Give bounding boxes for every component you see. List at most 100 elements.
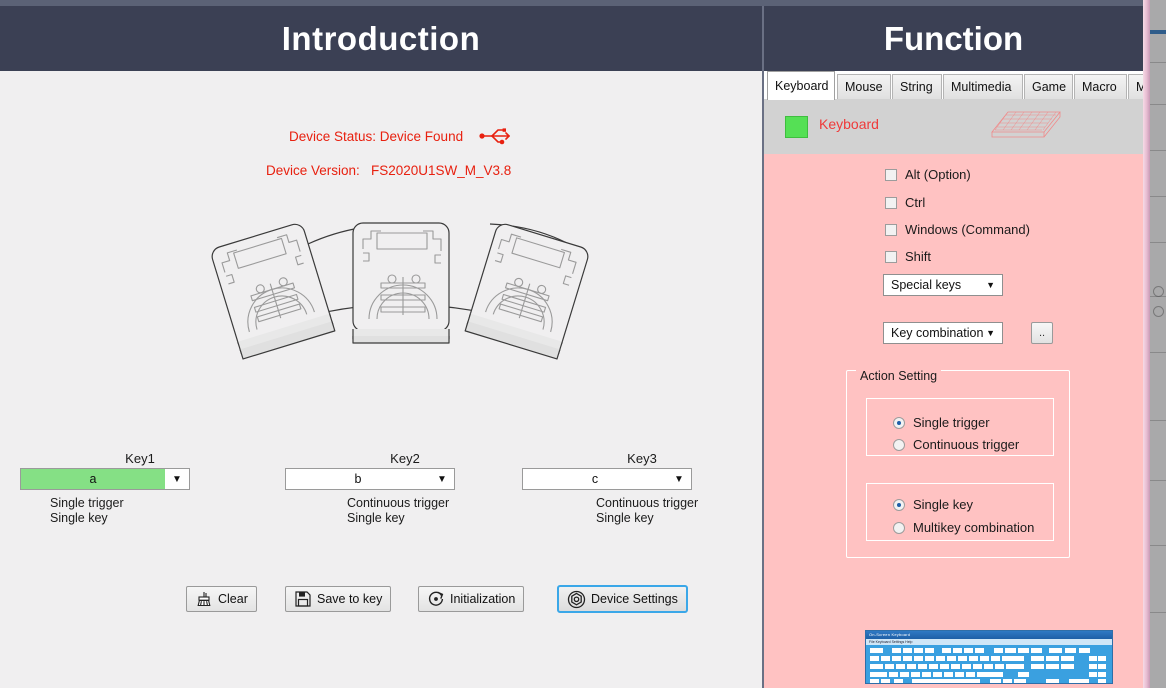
keyboard-section-header: Keyboard — [764, 99, 1143, 154]
background-circle — [1153, 306, 1164, 317]
save-to-key-button-label: Save to key — [317, 592, 383, 606]
introduction-header: Introduction — [0, 6, 762, 71]
key-selector-group-3: Key3 c ▼ Continuous trigger Single key — [522, 450, 762, 526]
status-swatch — [785, 116, 808, 138]
key2-combobox[interactable]: b ▼ — [285, 468, 455, 490]
device-status-text: Device Status: Device Found — [289, 129, 464, 144]
page-title-function: Function — [883, 19, 1024, 57]
tab-keyboard[interactable]: Keyboard — [767, 71, 835, 100]
floppy-disk-icon — [295, 591, 311, 607]
shift-label: Shift — [905, 249, 932, 264]
save-to-key-button[interactable]: Save to key — [285, 586, 392, 612]
background-line — [1150, 352, 1166, 353]
background-line — [1150, 62, 1166, 63]
background-accent-bar — [1150, 30, 1166, 34]
background-line — [1150, 545, 1166, 546]
background-line — [1150, 150, 1166, 151]
keyboard-section-label: Keyboard — [819, 116, 879, 132]
key3-label: Key3 — [627, 451, 657, 466]
key1-mode: Single key — [50, 511, 108, 525]
single-key-radio-row[interactable]: Single key — [893, 497, 973, 512]
chevron-down-icon[interactable]: ▼ — [986, 328, 995, 338]
usb-icon — [479, 128, 510, 145]
key-selector-group-2: Key2 b ▼ Continuous trigger Single key — [285, 450, 525, 526]
background-line — [1150, 242, 1166, 243]
single-key-radio[interactable] — [893, 498, 905, 511]
osk-key-area — [866, 645, 1112, 683]
background-line — [1150, 104, 1166, 105]
introduction-panel: Introduction Device Status: Device Found… — [0, 6, 762, 688]
modifier-alt-row[interactable]: Alt (Option) — [885, 167, 971, 182]
app-window: Introduction Device Status: Device Found… — [0, 0, 1143, 688]
special-keys-value: Special keys — [891, 278, 962, 292]
device-settings-button[interactable]: Device Settings — [557, 585, 688, 613]
multikey-combination-radio-row[interactable]: Multikey combination — [893, 520, 1034, 535]
background-app-strip — [1150, 0, 1166, 688]
ctrl-label: Ctrl — [905, 195, 926, 210]
device-settings-button-label: Device Settings — [591, 592, 678, 606]
special-keys-dropdown[interactable]: Special keys ▼ — [883, 274, 1003, 296]
tab-mouse[interactable]: Mouse — [837, 74, 891, 99]
chevron-down-icon[interactable]: ▼ — [986, 280, 995, 290]
key2-value: b — [354, 472, 362, 486]
hex-nut-gear-icon — [567, 590, 586, 608]
function-tabstrip: Keyboard Mouse String Multimedia Game Ma… — [764, 71, 1143, 100]
single-trigger-radio-row[interactable]: Single trigger — [893, 415, 990, 430]
on-screen-keyboard-thumbnail[interactable]: On-Screen Keyboard File Keyboard Setting… — [865, 630, 1113, 684]
background-line — [1150, 612, 1166, 613]
key2-label: Key2 — [390, 451, 420, 466]
browse-button[interactable]: .. — [1031, 322, 1053, 344]
keyboard-outline-icon — [991, 111, 1061, 138]
page-title-introduction: Introduction — [281, 19, 481, 57]
clear-button[interactable]: Clear — [186, 586, 257, 612]
multikey-combination-radio[interactable] — [893, 521, 905, 534]
osk-titlebar: On-Screen Keyboard — [866, 631, 1112, 639]
multikey-combination-label: Multikey combination — [913, 520, 1035, 535]
single-trigger-radio[interactable] — [893, 416, 905, 429]
chevron-down-icon[interactable]: ▼ — [165, 469, 189, 489]
tab-string[interactable]: String — [892, 74, 942, 99]
modifier-shift-row[interactable]: Shift — [885, 249, 931, 264]
tab-game[interactable]: Game — [1024, 74, 1073, 99]
background-line — [1150, 420, 1166, 421]
continuous-trigger-radio-row[interactable]: Continuous trigger — [893, 437, 1019, 452]
foot-pedal-illustration — [211, 222, 589, 360]
chevron-down-icon[interactable]: ▼ — [430, 469, 454, 489]
modifier-ctrl-row[interactable]: Ctrl — [885, 195, 925, 210]
tab-macro[interactable]: Macro — [1074, 74, 1127, 99]
key1-combobox[interactable]: a ▼ — [20, 468, 190, 490]
key2-trigger: Continuous trigger — [347, 496, 450, 510]
initialization-button-label: Initialization — [450, 592, 516, 606]
action-button-row: Clear Save to key Initialization Device … — [0, 584, 762, 624]
key2-description: Continuous trigger Single key — [285, 496, 525, 526]
broom-icon — [197, 592, 211, 607]
key-combination-dropdown[interactable]: Key combination ▼ — [883, 322, 1003, 344]
alt-label: Alt (Option) — [905, 167, 971, 182]
key2-mode: Single key — [347, 511, 405, 525]
key3-combobox[interactable]: c ▼ — [522, 468, 692, 490]
key-combination-value: Key combination — [891, 326, 984, 340]
background-line — [1150, 196, 1166, 197]
tab-midi[interactable]: MIDI — [1128, 74, 1143, 99]
initialization-button[interactable]: Initialization — [418, 586, 525, 612]
single-key-label: Single key — [913, 497, 973, 512]
windows-checkbox[interactable] — [885, 223, 897, 236]
shift-checkbox[interactable] — [885, 250, 897, 263]
modifier-windows-row[interactable]: Windows (Command) — [885, 222, 1030, 237]
device-version-value: FS2020U1SW_M_V3.8 — [371, 163, 512, 178]
alt-checkbox[interactable] — [885, 168, 897, 181]
clear-button-label: Clear — [218, 592, 248, 606]
windows-label: Windows (Command) — [905, 222, 1030, 237]
key1-description: Single trigger Single key — [20, 496, 260, 526]
key1-label: Key1 — [125, 451, 155, 466]
tab-multimedia[interactable]: Multimedia — [943, 74, 1023, 99]
key1-value: a — [21, 469, 165, 489]
continuous-trigger-radio[interactable] — [893, 438, 905, 451]
reset-circle-icon — [428, 591, 444, 606]
chevron-down-icon[interactable]: ▼ — [667, 469, 691, 489]
key3-trigger: Continuous trigger — [596, 496, 699, 510]
key3-description: Continuous trigger Single key — [522, 496, 762, 526]
continuous-trigger-label: Continuous trigger — [913, 437, 1020, 452]
ctrl-checkbox[interactable] — [885, 196, 897, 209]
device-version-label: Device Version: — [266, 163, 360, 178]
